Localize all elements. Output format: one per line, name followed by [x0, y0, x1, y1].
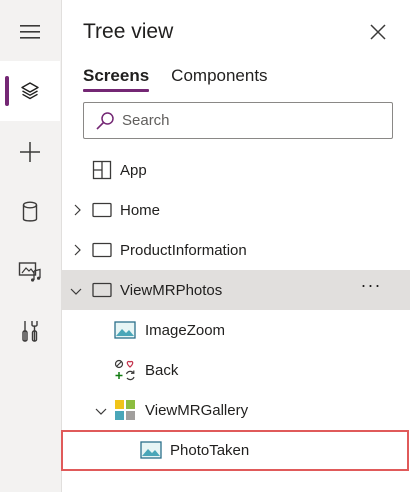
database-icon: [22, 201, 38, 222]
tree-item-viewmrgallery[interactable]: ViewMRGallery: [62, 390, 410, 430]
screen-icon: [91, 279, 113, 301]
tree-item-back[interactable]: Back: [62, 350, 410, 390]
hamburger-menu-icon: [20, 25, 40, 39]
search-box: [83, 102, 393, 139]
tree-view-button[interactable]: [0, 61, 60, 121]
tree-item-label: ImageZoom: [145, 322, 226, 339]
tree-item-home[interactable]: Home: [62, 190, 410, 230]
search-input[interactable]: [122, 112, 372, 129]
close-icon: [370, 24, 386, 40]
image-icon: [114, 319, 136, 341]
layers-icon: [21, 82, 39, 100]
tree-item-label: ViewMRGallery: [145, 402, 249, 419]
chevron-right-icon[interactable]: [70, 243, 84, 257]
tab-screens[interactable]: Screens: [83, 66, 150, 92]
tools-icon: [22, 321, 38, 342]
chevron-right-icon[interactable]: [70, 203, 84, 217]
gallery-icon: [114, 399, 136, 421]
screen-icon: [91, 199, 113, 221]
image-icon: [140, 439, 162, 461]
tree-item-label: ViewMRPhotos: [120, 282, 223, 299]
more-options-button[interactable]: ···: [358, 276, 384, 298]
tree-item-imagezoom[interactable]: ImageZoom: [62, 310, 410, 350]
panel-title: Tree view: [83, 20, 174, 43]
tree-item-viewmrphotos[interactable]: ViewMRPhotos ···: [62, 270, 410, 310]
tree-item-app[interactable]: App: [62, 150, 410, 190]
back-control-icon: [114, 359, 136, 381]
app-icon: [91, 159, 113, 181]
tree-item-label: PhotoTaken: [170, 442, 250, 459]
advanced-tools-button[interactable]: [0, 301, 60, 361]
media-button[interactable]: [0, 241, 60, 301]
chevron-down-icon[interactable]: [94, 404, 108, 418]
insert-button[interactable]: [0, 122, 60, 182]
tree-item-label: Home: [120, 202, 161, 219]
tab-bar: Screens Components: [83, 66, 268, 94]
search-icon: [88, 103, 122, 138]
close-button[interactable]: [366, 20, 390, 44]
tab-components[interactable]: Components: [171, 66, 267, 92]
tree-item-productinformation[interactable]: ProductInformation: [62, 230, 410, 270]
data-button[interactable]: [0, 182, 60, 242]
tree-item-label: App: [120, 162, 147, 179]
media-icon: [18, 262, 41, 282]
chevron-down-icon[interactable]: [69, 284, 83, 298]
tree-view-panel: Tree view Screens Components App: [62, 0, 410, 492]
screen-icon: [91, 239, 113, 261]
plus-icon: [20, 142, 40, 162]
tree-item-phototaken[interactable]: PhotoTaken: [62, 430, 410, 470]
tree-item-label: Back: [145, 362, 179, 379]
tree-item-label: ProductInformation: [120, 242, 247, 259]
hamburger-menu-button[interactable]: [0, 2, 60, 62]
left-rail: [0, 0, 62, 492]
